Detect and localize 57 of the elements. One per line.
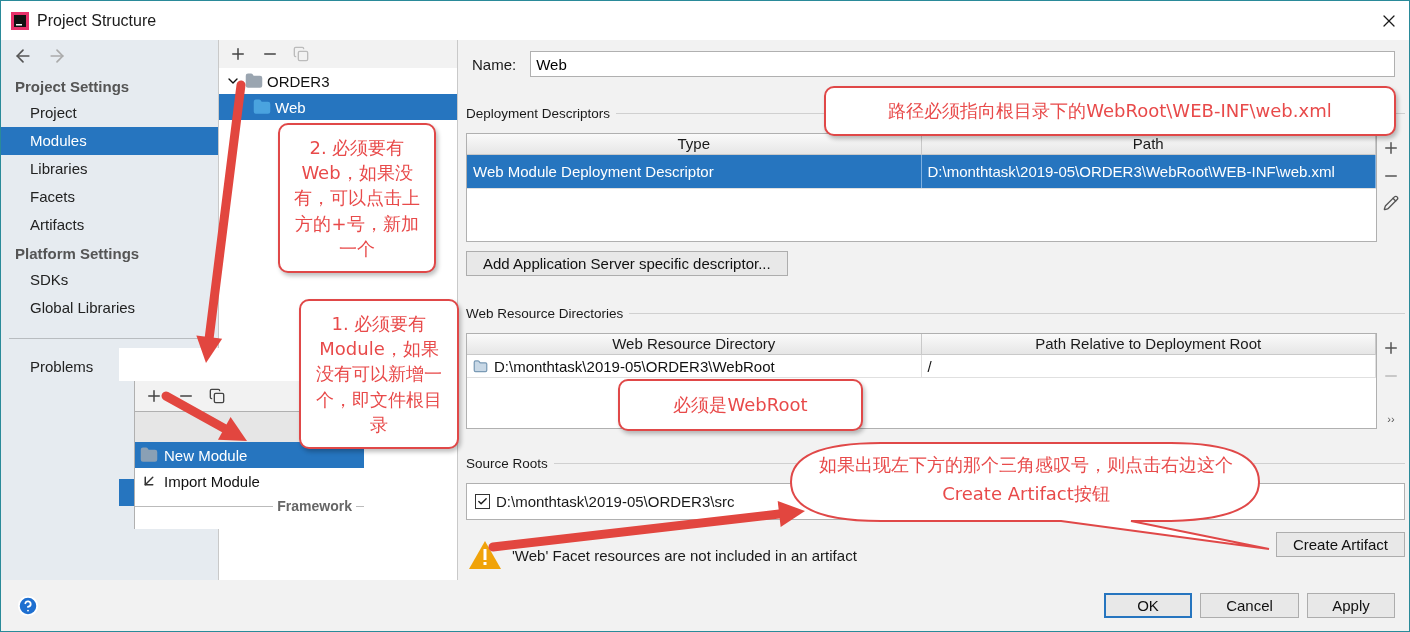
table-row[interactable]: D:\monthtask\2019-05\ORDER3\WebRoot /	[467, 355, 1376, 378]
add-icon[interactable]	[145, 387, 163, 405]
edit-icon[interactable]	[1383, 195, 1399, 211]
folder-icon	[253, 98, 271, 116]
selection-marker	[119, 479, 134, 506]
checkmark-icon	[477, 496, 488, 507]
sidebar-item[interactable]: Project	[1, 99, 218, 127]
group-title: Web Resource Directories	[466, 306, 624, 321]
sidebar-item[interactable]: SDKs	[1, 266, 218, 294]
callout-text: 如果出现左下方的那个三角感叹号，则点击右边这个Create Artifact按钮	[818, 453, 1234, 506]
tree-item[interactable]: ORDER3	[219, 68, 457, 94]
callout: 路径必须指向根目录下的WebRoot\WEB-INF\web.xml	[824, 86, 1396, 136]
column-header: Web Resource Directory	[467, 334, 922, 354]
app-logo-icon	[11, 11, 29, 30]
add-icon[interactable]	[1382, 139, 1400, 157]
table-cell: D:\monthtask\2019-05\ORDER3\WebRoot\WEB-INF\web.xml	[927, 163, 1335, 180]
copy-icon[interactable]	[209, 388, 225, 404]
warning-icon	[468, 540, 502, 570]
group-title: Deployment Descriptors	[466, 106, 611, 121]
sidebar-item[interactable]: Problems	[1, 353, 98, 381]
section-heading: Project Settings	[14, 77, 131, 97]
dialog-button[interactable]: Apply	[1307, 593, 1395, 618]
dialog-button[interactable]: Cancel	[1200, 593, 1299, 618]
name-field[interactable]: Web	[530, 51, 1395, 77]
menu-item[interactable]: New Module	[135, 442, 364, 468]
source-root-path: D:\monthtask\2019-05\ORDER3\src	[496, 493, 735, 510]
table-row[interactable]: Web Module Deployment Descriptor D:\monthtask\2019-05\ORDER3\WebRoot\WEB-INF\web.xml	[467, 155, 1376, 189]
checkbox[interactable]	[475, 494, 490, 509]
table-cell: D:\monthtask\2019-05\ORDER3\WebRoot	[494, 357, 775, 375]
sidebar-item[interactable]: Facets	[1, 183, 218, 211]
folder-icon	[140, 446, 158, 464]
table-cell: /	[927, 357, 932, 375]
folder-icon	[245, 72, 263, 90]
add-descriptor-button[interactable]: Add Application Server specific descriptor...	[466, 251, 788, 276]
section-heading: Platform Settings	[14, 244, 141, 264]
sidebar-item[interactable]: Modules	[1, 127, 218, 155]
callout: 2. 必须要有Web，如果没有，可以点击上方的+号，新加一个	[278, 123, 436, 273]
tree-item[interactable]: Web	[219, 94, 457, 120]
create-artifact-button[interactable]: Create Artifact	[1275, 531, 1405, 557]
window-title: Project Structure	[37, 11, 158, 30]
callout: 必须是WebRoot	[618, 379, 863, 431]
warning-text: 'Web' Facet resources are not included in an artifact	[512, 546, 858, 564]
callout: 1. 必须要有Module，如果没有可以新增一个，即文件根目录	[299, 299, 459, 449]
sidebar-item[interactable]: Libraries	[1, 155, 218, 183]
table-cell: Web Module Deployment Descriptor	[473, 163, 714, 180]
sidebar-item[interactable]: Artifacts	[1, 211, 218, 239]
add-icon[interactable]	[1382, 339, 1400, 357]
sidebar-item[interactable]: Global Libraries	[1, 294, 218, 322]
menu-separator-label: Framework	[277, 498, 352, 514]
add-icon[interactable]	[229, 45, 247, 63]
folder-icon	[473, 358, 488, 374]
more-button[interactable]: ››	[1387, 413, 1395, 429]
help-icon[interactable]	[17, 594, 39, 617]
dialog-button[interactable]: OK	[1104, 593, 1192, 618]
group-title: Source Roots	[466, 456, 548, 471]
field-label: Name:	[472, 55, 517, 73]
column-header: Path Relative to Deployment Root	[921, 334, 1376, 354]
